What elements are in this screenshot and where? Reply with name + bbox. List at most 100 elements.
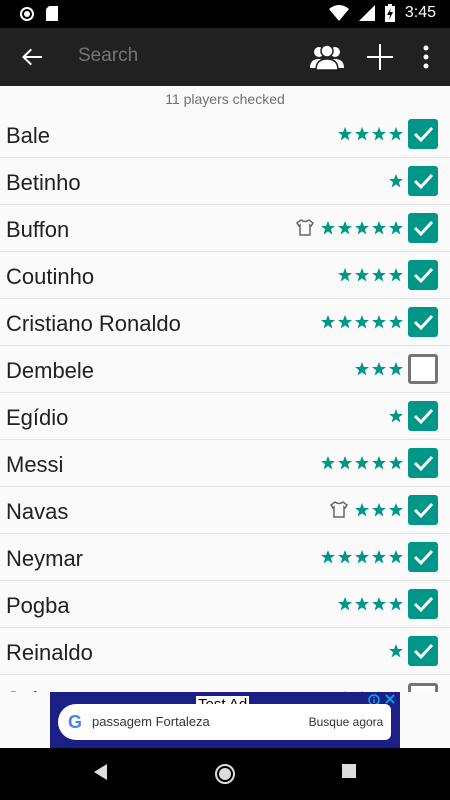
star-icon <box>389 597 403 611</box>
star-icon <box>338 221 352 235</box>
player-row[interactable]: Egídio <box>0 393 450 440</box>
player-checkbox[interactable] <box>408 636 438 666</box>
search-input[interactable] <box>78 45 278 67</box>
star-rating <box>336 596 404 612</box>
star-icon <box>338 597 352 611</box>
star-icon <box>321 221 335 235</box>
player-checkbox[interactable] <box>408 213 438 243</box>
check-icon <box>413 643 434 660</box>
star-icon <box>355 268 369 282</box>
player-name: Neymar <box>6 546 84 571</box>
star-icon <box>389 503 403 517</box>
sd-card-icon <box>46 6 58 21</box>
nav-home-icon[interactable] <box>214 763 236 785</box>
check-icon <box>413 267 434 284</box>
player-row[interactable]: Reinaldo <box>0 628 450 675</box>
player-row[interactable]: Navas <box>0 487 450 534</box>
shirt-icon <box>329 501 349 518</box>
star-icon <box>338 127 352 141</box>
nav-back-icon[interactable] <box>93 763 109 781</box>
star-rating <box>319 220 404 236</box>
player-row[interactable]: Sala <box>0 675 450 692</box>
player-name: Cristiano Ronaldo <box>6 311 181 336</box>
star-icon <box>372 550 386 564</box>
check-icon <box>413 126 434 143</box>
player-row[interactable]: Neymar <box>0 534 450 581</box>
star-rating <box>319 314 404 330</box>
player-name: Dembele <box>6 358 95 383</box>
signal-icon <box>358 5 375 21</box>
player-name: Betinho <box>6 170 81 195</box>
player-name: Sala <box>6 687 50 692</box>
player-checkbox[interactable] <box>408 495 438 525</box>
player-list: 11 players checked Bale Betinho Buffon Cout… <box>0 86 450 692</box>
star-icon <box>321 315 335 329</box>
player-row[interactable]: Dembele <box>0 346 450 393</box>
system-nav-bar <box>0 748 450 800</box>
player-checkbox[interactable] <box>408 401 438 431</box>
star-icon <box>389 550 403 564</box>
back-arrow-icon[interactable] <box>18 43 46 71</box>
check-icon <box>413 173 434 190</box>
check-icon <box>413 549 434 566</box>
star-icon <box>372 268 386 282</box>
star-rating <box>387 173 404 189</box>
player-row[interactable]: Messi <box>0 440 450 487</box>
check-icon <box>413 314 434 331</box>
star-icon <box>355 456 369 470</box>
star-icon <box>372 456 386 470</box>
star-icon <box>355 127 369 141</box>
check-icon <box>413 502 434 519</box>
app-toolbar <box>0 28 450 86</box>
status-time: 3:45 <box>404 4 436 21</box>
star-icon <box>389 315 403 329</box>
player-row[interactable]: Buffon <box>0 205 450 252</box>
star-icon <box>372 362 386 376</box>
star-icon <box>338 550 352 564</box>
player-checkbox[interactable] <box>408 683 438 692</box>
star-icon <box>355 315 369 329</box>
player-row[interactable]: Betinho <box>0 158 450 205</box>
star-icon <box>355 503 369 517</box>
check-icon <box>413 596 434 613</box>
player-row[interactable]: Bale <box>0 111 450 158</box>
star-icon <box>372 503 386 517</box>
star-icon <box>355 362 369 376</box>
more-vert-icon[interactable] <box>416 43 436 71</box>
player-row[interactable]: Cristiano Ronaldo <box>0 299 450 346</box>
star-rating <box>353 502 404 518</box>
player-row[interactable]: Pogba <box>0 581 450 628</box>
star-icon <box>321 456 335 470</box>
star-icon <box>389 644 403 658</box>
nav-recents-icon[interactable] <box>341 763 357 779</box>
star-icon <box>389 362 403 376</box>
player-checkbox[interactable] <box>408 542 438 572</box>
player-checkbox[interactable] <box>408 354 438 384</box>
player-checkbox[interactable] <box>408 119 438 149</box>
google-logo-icon: G <box>68 712 83 732</box>
player-row[interactable]: Coutinho <box>0 252 450 299</box>
star-icon <box>321 550 335 564</box>
ad-search-box[interactable]: G passagem Fortaleza <box>58 704 341 740</box>
player-name: Messi <box>6 452 64 477</box>
ad-banner[interactable]: Test Ad G passagem Fortaleza Busque agor… <box>50 692 400 748</box>
star-icon <box>372 597 386 611</box>
add-icon[interactable] <box>364 41 396 73</box>
star-icon <box>389 456 403 470</box>
check-icon <box>413 455 434 472</box>
player-checkbox[interactable] <box>408 307 438 337</box>
star-rating <box>336 126 404 142</box>
ad-search-query: passagem Fortaleza <box>92 714 210 729</box>
ad-cta-button[interactable]: Busque agora <box>301 704 391 740</box>
star-rating <box>336 267 404 283</box>
star-icon <box>338 315 352 329</box>
player-name: Coutinho <box>6 264 95 289</box>
player-checkbox[interactable] <box>408 166 438 196</box>
player-checkbox[interactable] <box>408 448 438 478</box>
group-icon[interactable] <box>310 42 344 72</box>
player-checkbox[interactable] <box>408 589 438 619</box>
star-icon <box>389 221 403 235</box>
check-icon <box>413 408 434 425</box>
checked-count-text: 11 players checked <box>165 91 285 107</box>
player-checkbox[interactable] <box>408 260 438 290</box>
